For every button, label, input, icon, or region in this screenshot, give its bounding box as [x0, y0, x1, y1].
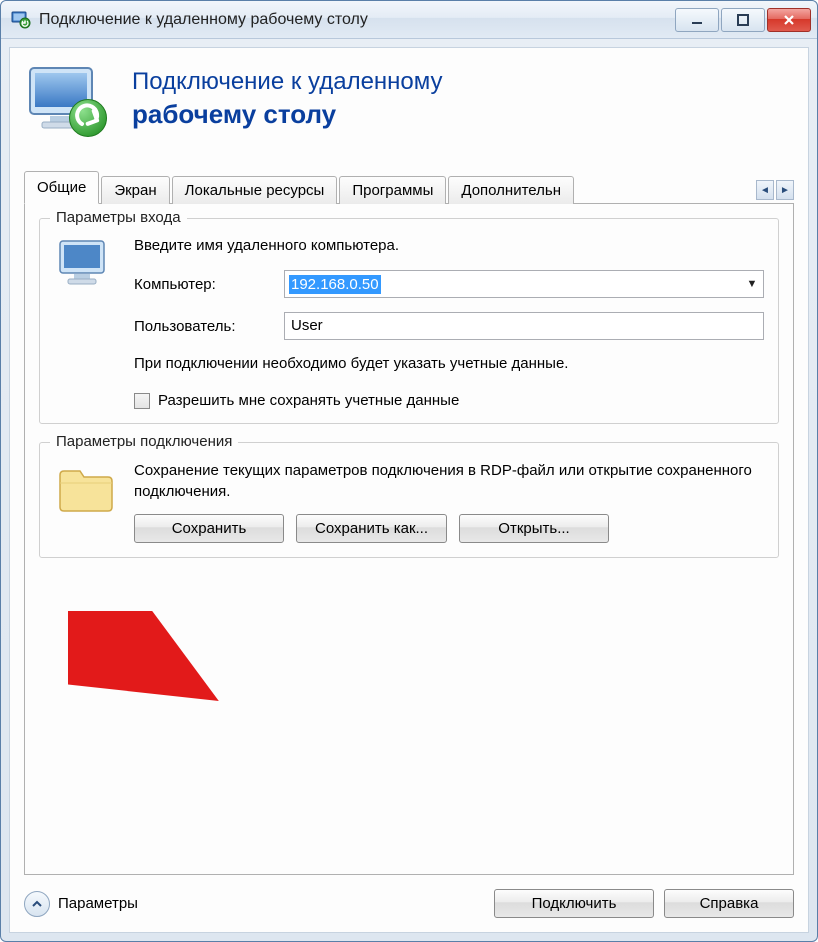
maximize-button[interactable] [721, 8, 765, 32]
connection-group-title: Параметры подключения [50, 433, 238, 450]
header-line-1: Подключение к удаленному [132, 68, 443, 97]
rdp-app-icon [11, 10, 31, 30]
window-controls [675, 8, 811, 32]
save-credentials-row: Разрешить мне сохранять учетные данные [134, 392, 764, 409]
tab-panel-general: Параметры входа Введите имя удаленного к… [24, 204, 794, 875]
tab-local-resources[interactable]: Локальные ресурсы [172, 176, 338, 204]
computer-row: Компьютер: 192.168.0.50 ▼ [134, 270, 764, 298]
open-button[interactable]: Открыть... [459, 514, 609, 543]
tabstrip: Общие Экран Локальные ресурсы Программы … [24, 170, 794, 204]
tab-scroll: ◄ ► [756, 180, 794, 203]
save-as-button[interactable]: Сохранить как... [296, 514, 447, 543]
options-label: Параметры [58, 895, 138, 912]
tab-programs[interactable]: Программы [339, 176, 446, 204]
save-button[interactable]: Сохранить [134, 514, 284, 543]
header-line-2: рабочему столу [132, 99, 443, 130]
folder-icon [54, 461, 118, 543]
credentials-note: При подключении необходимо будет указать… [134, 354, 764, 374]
rdp-header-icon [24, 62, 114, 142]
footer: Параметры Подключить Справка [24, 875, 794, 918]
save-credentials-checkbox[interactable] [134, 393, 150, 409]
save-credentials-label: Разрешить мне сохранять учетные данные [158, 392, 459, 409]
user-input[interactable]: User [284, 312, 764, 340]
minimize-button[interactable] [675, 8, 719, 32]
login-groupbox: Параметры входа Введите имя удаленного к… [39, 218, 779, 424]
connect-button[interactable]: Подключить [494, 889, 654, 918]
header: Подключение к удаленному рабочему столу [24, 62, 794, 142]
login-instruction: Введите имя удаленного компьютера. [134, 237, 764, 254]
tab-general[interactable]: Общие [24, 171, 99, 204]
window-title: Подключение к удаленному рабочему столу [39, 11, 675, 29]
help-button[interactable]: Справка [664, 889, 794, 918]
connection-groupbox: Параметры подключения Сохранение текущих… [39, 442, 779, 558]
tab-scroll-left-button[interactable]: ◄ [756, 180, 774, 200]
tab-advanced[interactable]: Дополнительн [448, 176, 574, 204]
window-body: Подключение к удаленному рабочему столу … [9, 47, 809, 933]
tab-display[interactable]: Экран [101, 176, 169, 204]
user-label: Пользователь: [134, 318, 284, 335]
computer-combobox[interactable]: 192.168.0.50 ▼ [284, 270, 764, 298]
login-group-title: Параметры входа [50, 209, 187, 226]
annotation-arrow-icon [68, 611, 228, 701]
user-row: Пользователь: User [134, 312, 764, 340]
computer-icon [54, 237, 118, 409]
computer-value[interactable]: 192.168.0.50 [285, 276, 741, 293]
options-toggle[interactable]: Параметры [24, 891, 138, 917]
chevron-down-icon[interactable]: ▼ [741, 278, 763, 290]
computer-label: Компьютер: [134, 276, 284, 293]
header-text: Подключение к удаленному рабочему столу [132, 62, 443, 130]
close-button[interactable] [767, 8, 811, 32]
chevron-up-icon [24, 891, 50, 917]
connection-description: Сохранение текущих параметров подключени… [134, 461, 764, 502]
titlebar: Подключение к удаленному рабочему столу [1, 1, 817, 39]
tab-scroll-right-button[interactable]: ► [776, 180, 794, 200]
rdp-window: Подключение к удаленному рабочему столу [0, 0, 818, 942]
